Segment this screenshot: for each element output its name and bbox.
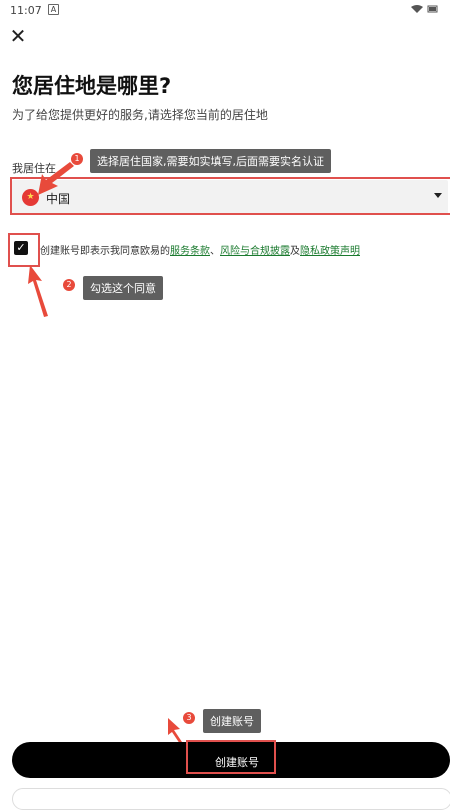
annotation-number-3: 3 [183,712,195,724]
secondary-button[interactable] [12,788,450,810]
arrow-1 [38,162,74,195]
annotation-arrows [28,162,186,750]
arrow-2 [28,265,48,317]
highlight-box-button [186,740,276,774]
annotation-number-2: 2 [63,279,75,291]
annotation-tooltip-3: 创建账号 [203,709,261,733]
annotation-number-1: 1 [71,153,83,165]
annotation-tooltip-1: 选择居住国家,需要如实填写,后面需要实名认证 [90,149,331,173]
annotation-tooltip-2: 勾选这个同意 [83,276,163,300]
